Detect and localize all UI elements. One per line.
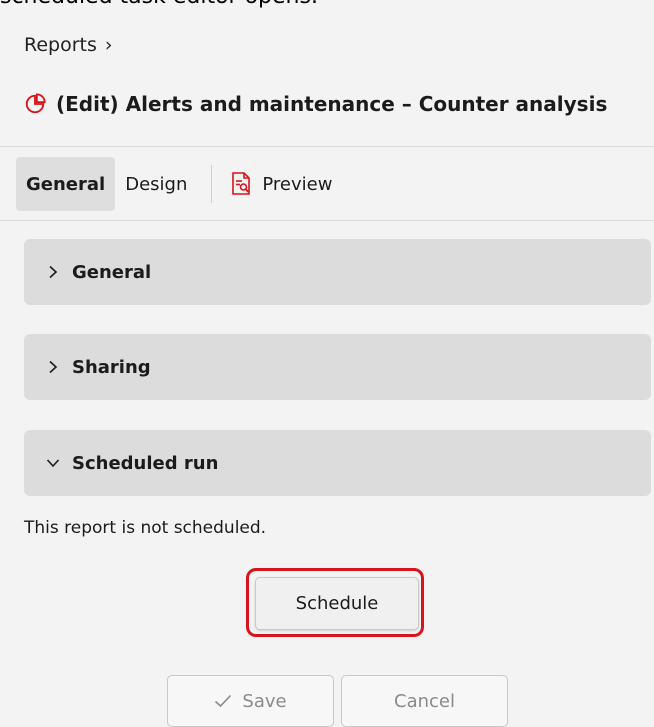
- tab-design[interactable]: Design: [115, 157, 197, 211]
- schedule-status-text: This report is not scheduled.: [24, 518, 267, 538]
- divider: [0, 146, 654, 147]
- report-preview-icon: [232, 172, 251, 195]
- section-sharing-header[interactable]: Sharing: [24, 334, 651, 400]
- breadcrumb-separator: ›: [104, 34, 113, 56]
- breadcrumb[interactable]: Reports ›: [24, 34, 113, 56]
- section-scheduled-run-label: Scheduled run: [72, 452, 219, 474]
- page-title-text: (Edit) Alerts and maintenance – Counter …: [56, 92, 608, 116]
- tab-general-label: General: [26, 173, 106, 195]
- save-button-label: Save: [242, 690, 287, 712]
- tab-preview-label: Preview: [262, 173, 333, 195]
- tab-general[interactable]: General: [16, 157, 116, 211]
- tab-preview[interactable]: Preview: [226, 157, 342, 211]
- save-button[interactable]: Save: [167, 675, 334, 727]
- pie-chart-icon: [25, 93, 46, 114]
- tab-design-label: Design: [125, 173, 188, 195]
- checkmark-icon: [215, 694, 232, 708]
- section-general-header[interactable]: General: [24, 239, 651, 305]
- section-general-label: General: [72, 261, 152, 283]
- breadcrumb-reports[interactable]: Reports: [24, 34, 97, 56]
- section-scheduled-run-header[interactable]: Scheduled run: [24, 430, 651, 496]
- chevron-right-icon: [49, 360, 58, 374]
- caption-text: scheduled task editor opens.: [0, 0, 318, 14]
- chevron-right-icon: [49, 265, 58, 279]
- schedule-button[interactable]: Schedule: [255, 577, 419, 630]
- divider: [0, 220, 654, 221]
- chevron-down-icon: [46, 459, 60, 468]
- tab-bar: General Design Preview: [16, 157, 342, 211]
- cancel-button[interactable]: Cancel: [341, 675, 508, 727]
- page-title: (Edit) Alerts and maintenance – Counter …: [24, 92, 607, 116]
- tab-separator: [211, 165, 213, 203]
- section-sharing-label: Sharing: [72, 356, 151, 378]
- cancel-button-label: Cancel: [394, 690, 455, 712]
